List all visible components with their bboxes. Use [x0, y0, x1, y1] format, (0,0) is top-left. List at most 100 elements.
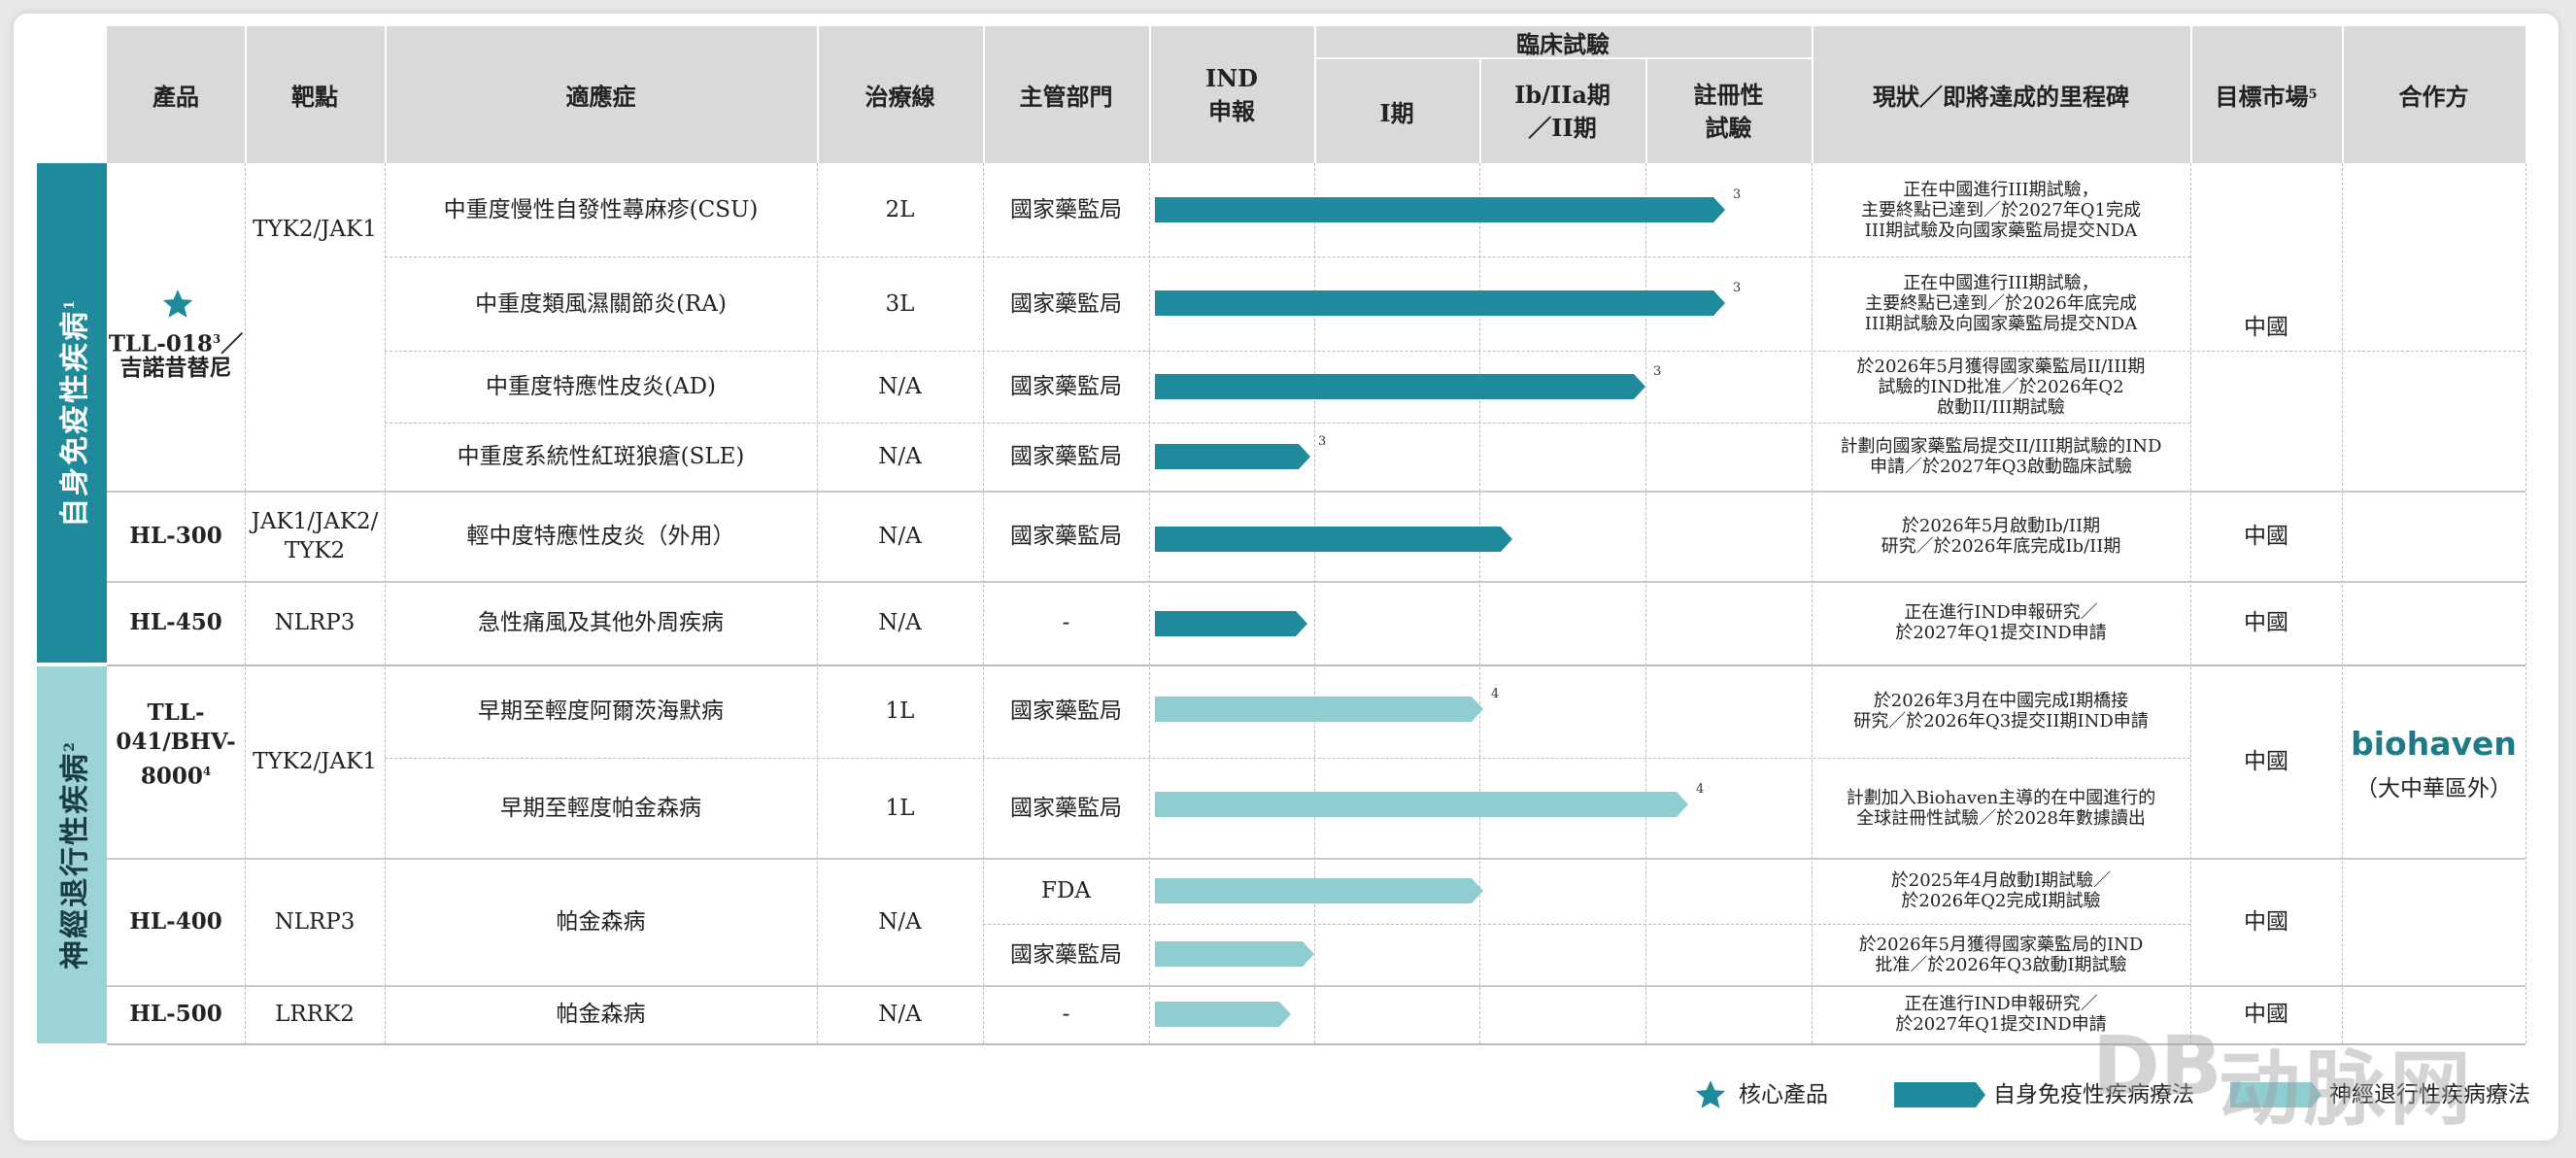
indication-ad: 中重度特應性皮炎(AD): [486, 374, 716, 399]
milestone-ra: 正在中國進行III期試驗， 主要終點已達到／於2026年底完成 III期試驗及向…: [1864, 273, 2138, 334]
header-product: 產品: [107, 26, 245, 163]
market-hl300: 中國: [2244, 523, 2288, 549]
progress-sup-csu: 3: [1733, 187, 1742, 202]
header-market: 目標市場 5: [2190, 26, 2342, 163]
progress-bar-alzheimers: [1155, 697, 1483, 722]
indication-hl450: 急性痛風及其他外周疾病: [478, 610, 724, 635]
product-tll041: TLL- 041/BHV- 80004: [107, 664, 245, 858]
progress-sup-ad: 3: [1653, 364, 1662, 379]
authority-hl300: 國家藥監局: [1010, 523, 1122, 549]
authority-parkinsons: 國家藥監局: [1010, 795, 1122, 821]
progress-sup-ra: 3: [1733, 281, 1742, 295]
authority-alzheimers: 國家藥監局: [1010, 698, 1122, 724]
milestone-ad: 於2026年5月獲得國家藥監局II/III期 試驗的IND批准／於2026年Q2…: [1856, 356, 2146, 418]
product-hl450: HL-450: [129, 609, 222, 635]
product-hl400: HL-400: [129, 907, 222, 935]
target-tll018: TYK2/JAK1: [253, 217, 377, 242]
authority-sle: 國家藥監局: [1010, 444, 1122, 469]
progress-sup-sle: 3: [1318, 434, 1327, 449]
market-tll018: 中國: [2244, 314, 2288, 340]
header-ind: IND 申報: [1149, 26, 1314, 163]
authority-ad: 國家藥監局: [1010, 374, 1122, 399]
progress-bar-csu: [1155, 197, 1725, 222]
product-hl300: HL-300: [129, 522, 222, 549]
category-autoimmune-sup: 1: [62, 298, 78, 310]
header-target: 靶點: [245, 26, 385, 163]
header-partner: 合作方: [2342, 26, 2525, 163]
category-neuro-label: 神經退行性疾病: [58, 751, 92, 970]
watermark-logo: DB: [2092, 1018, 2222, 1113]
category-neurodegenerative: 神經退行性疾病2: [37, 666, 107, 1043]
product-tll041-sup: 4: [202, 764, 212, 778]
indication-hl400: 帕金森病: [556, 908, 646, 935]
header-line: 治療線: [817, 26, 983, 163]
milestone-hl400-fda: 於2025年4月啟動I期試驗／ 於2026年Q2完成I期試驗: [1890, 870, 2112, 911]
line-ad: N/A: [878, 374, 922, 399]
biohaven-logo: biohaven: [2351, 725, 2517, 763]
header-market-label: 目標市場: [2215, 83, 2309, 111]
authority-hl500: -: [1062, 1002, 1070, 1027]
category-neuro-sup: 2: [62, 740, 78, 752]
target-hl500: LRRK2: [275, 1002, 355, 1027]
progress-bar-hl500: [1155, 1002, 1291, 1027]
header-phase2: Ib/IIa期 ／II期: [1479, 59, 1645, 163]
indication-csu: 中重度慢性自發性蕁麻疹(CSU): [443, 197, 759, 222]
progress-sup-alzheimers: 4: [1491, 687, 1500, 701]
milestone-alzheimers: 於2026年3月在中國完成I期橋接 研究／於2026年Q3提交II期IND申請: [1853, 691, 2149, 732]
line-ra: 3L: [885, 290, 915, 317]
progress-bar-ad: [1155, 374, 1645, 399]
legend-star-icon: [1694, 1078, 1727, 1111]
market-hl400: 中國: [2244, 908, 2288, 935]
product-tll018: TLL-0183／ 吉諾昔替尼: [107, 163, 245, 491]
indication-ra: 中重度類風濕關節炎(RA): [475, 290, 727, 317]
target-hl300: JAK1/JAK2/ TYK2: [251, 508, 379, 563]
progress-bar-hl400-nmpa: [1155, 941, 1314, 967]
partner-biohaven: biohaven （大中華區外）: [2342, 664, 2525, 858]
authority-hl400-fda: FDA: [1040, 878, 1091, 903]
legend-core-label: 核心產品: [1739, 1082, 1828, 1107]
indication-sle: 中重度系統性紅斑狼瘡(SLE): [457, 444, 745, 469]
category-autoimmune-label: 自身免疫性疾病: [58, 309, 92, 528]
pipeline-card: 產品 靶點 適應症 治療線 主管部門 IND 申報 臨床試驗 I期 Ib/IIa…: [14, 14, 2559, 1141]
authority-csu: 國家藥監局: [1010, 197, 1122, 222]
watermark-text: 动脉网: [2219, 1041, 2476, 1137]
authority-hl400-nmpa: 國家藥監局: [1010, 941, 1122, 968]
indication-alzheimers: 早期至輕度阿爾茨海默病: [478, 698, 724, 724]
header-registration: 註冊性 試驗: [1645, 59, 1812, 163]
milestone-hl450: 正在進行IND申報研究／ 於2027年Q1提交IND申請: [1895, 602, 2107, 643]
header-authority: 主管部門: [983, 26, 1149, 163]
header-market-sup: 5: [2308, 87, 2318, 102]
product-tll018-sup: 3: [212, 332, 221, 346]
line-parkinsons: 1L: [885, 795, 915, 821]
line-hl300: N/A: [878, 523, 922, 549]
header-milestones: 現狀／即將達成的里程碑: [1812, 26, 2190, 163]
star-icon: [161, 288, 194, 321]
line-sle: N/A: [878, 444, 922, 469]
milestone-hl400-nmpa: 於2026年5月獲得國家藥監局的IND 批准／於2026年Q3啟動I期試驗: [1858, 934, 2144, 975]
progress-bar-ra: [1155, 290, 1725, 316]
line-csu: 2L: [885, 197, 915, 222]
line-hl400: N/A: [878, 908, 922, 935]
target-tll041: TYK2/JAK1: [253, 748, 377, 774]
indication-hl300: 輕中度特應性皮炎（外用）: [466, 523, 735, 549]
line-alzheimers: 1L: [885, 698, 915, 724]
progress-bar-hl400-fda: [1155, 878, 1483, 903]
milestone-parkinsons: 計劃加入Biohaven主導的在中國進行的 全球註冊性試驗／於2028年數據讀出: [1846, 787, 2156, 829]
product-tll018-alt: 吉諾昔替尼: [119, 355, 232, 381]
market-tll041: 中國: [2244, 748, 2288, 774]
line-hl450: N/A: [878, 610, 922, 635]
progress-bar-hl300: [1155, 527, 1512, 552]
header-indication: 適應症: [385, 26, 817, 163]
category-autoimmune: 自身免疫性疾病1: [37, 163, 107, 663]
authority-hl450: -: [1062, 610, 1070, 635]
milestone-sle: 計劃向國家藥監局提交II/III期試驗的IND 申請／於2027年Q3啟動臨床試…: [1840, 436, 2162, 477]
progress-bar-sle: [1155, 444, 1310, 469]
target-hl400: NLRP3: [274, 908, 356, 935]
milestone-hl300: 於2026年5月啟動Ib/II期 研究／於2026年底完成Ib/II期: [1881, 515, 2121, 557]
partner-note: （大中華區外）: [2356, 776, 2512, 801]
authority-ra: 國家藥監局: [1010, 290, 1122, 317]
product-tll041-name: TLL- 041/BHV- 8000: [116, 698, 236, 790]
milestone-csu: 正在中國進行III期試驗， 主要終點已達到／於2027年Q1完成 III期試驗及…: [1860, 179, 2142, 241]
indication-hl500: 帕金森病: [556, 1002, 646, 1027]
line-hl500: N/A: [878, 1002, 922, 1027]
